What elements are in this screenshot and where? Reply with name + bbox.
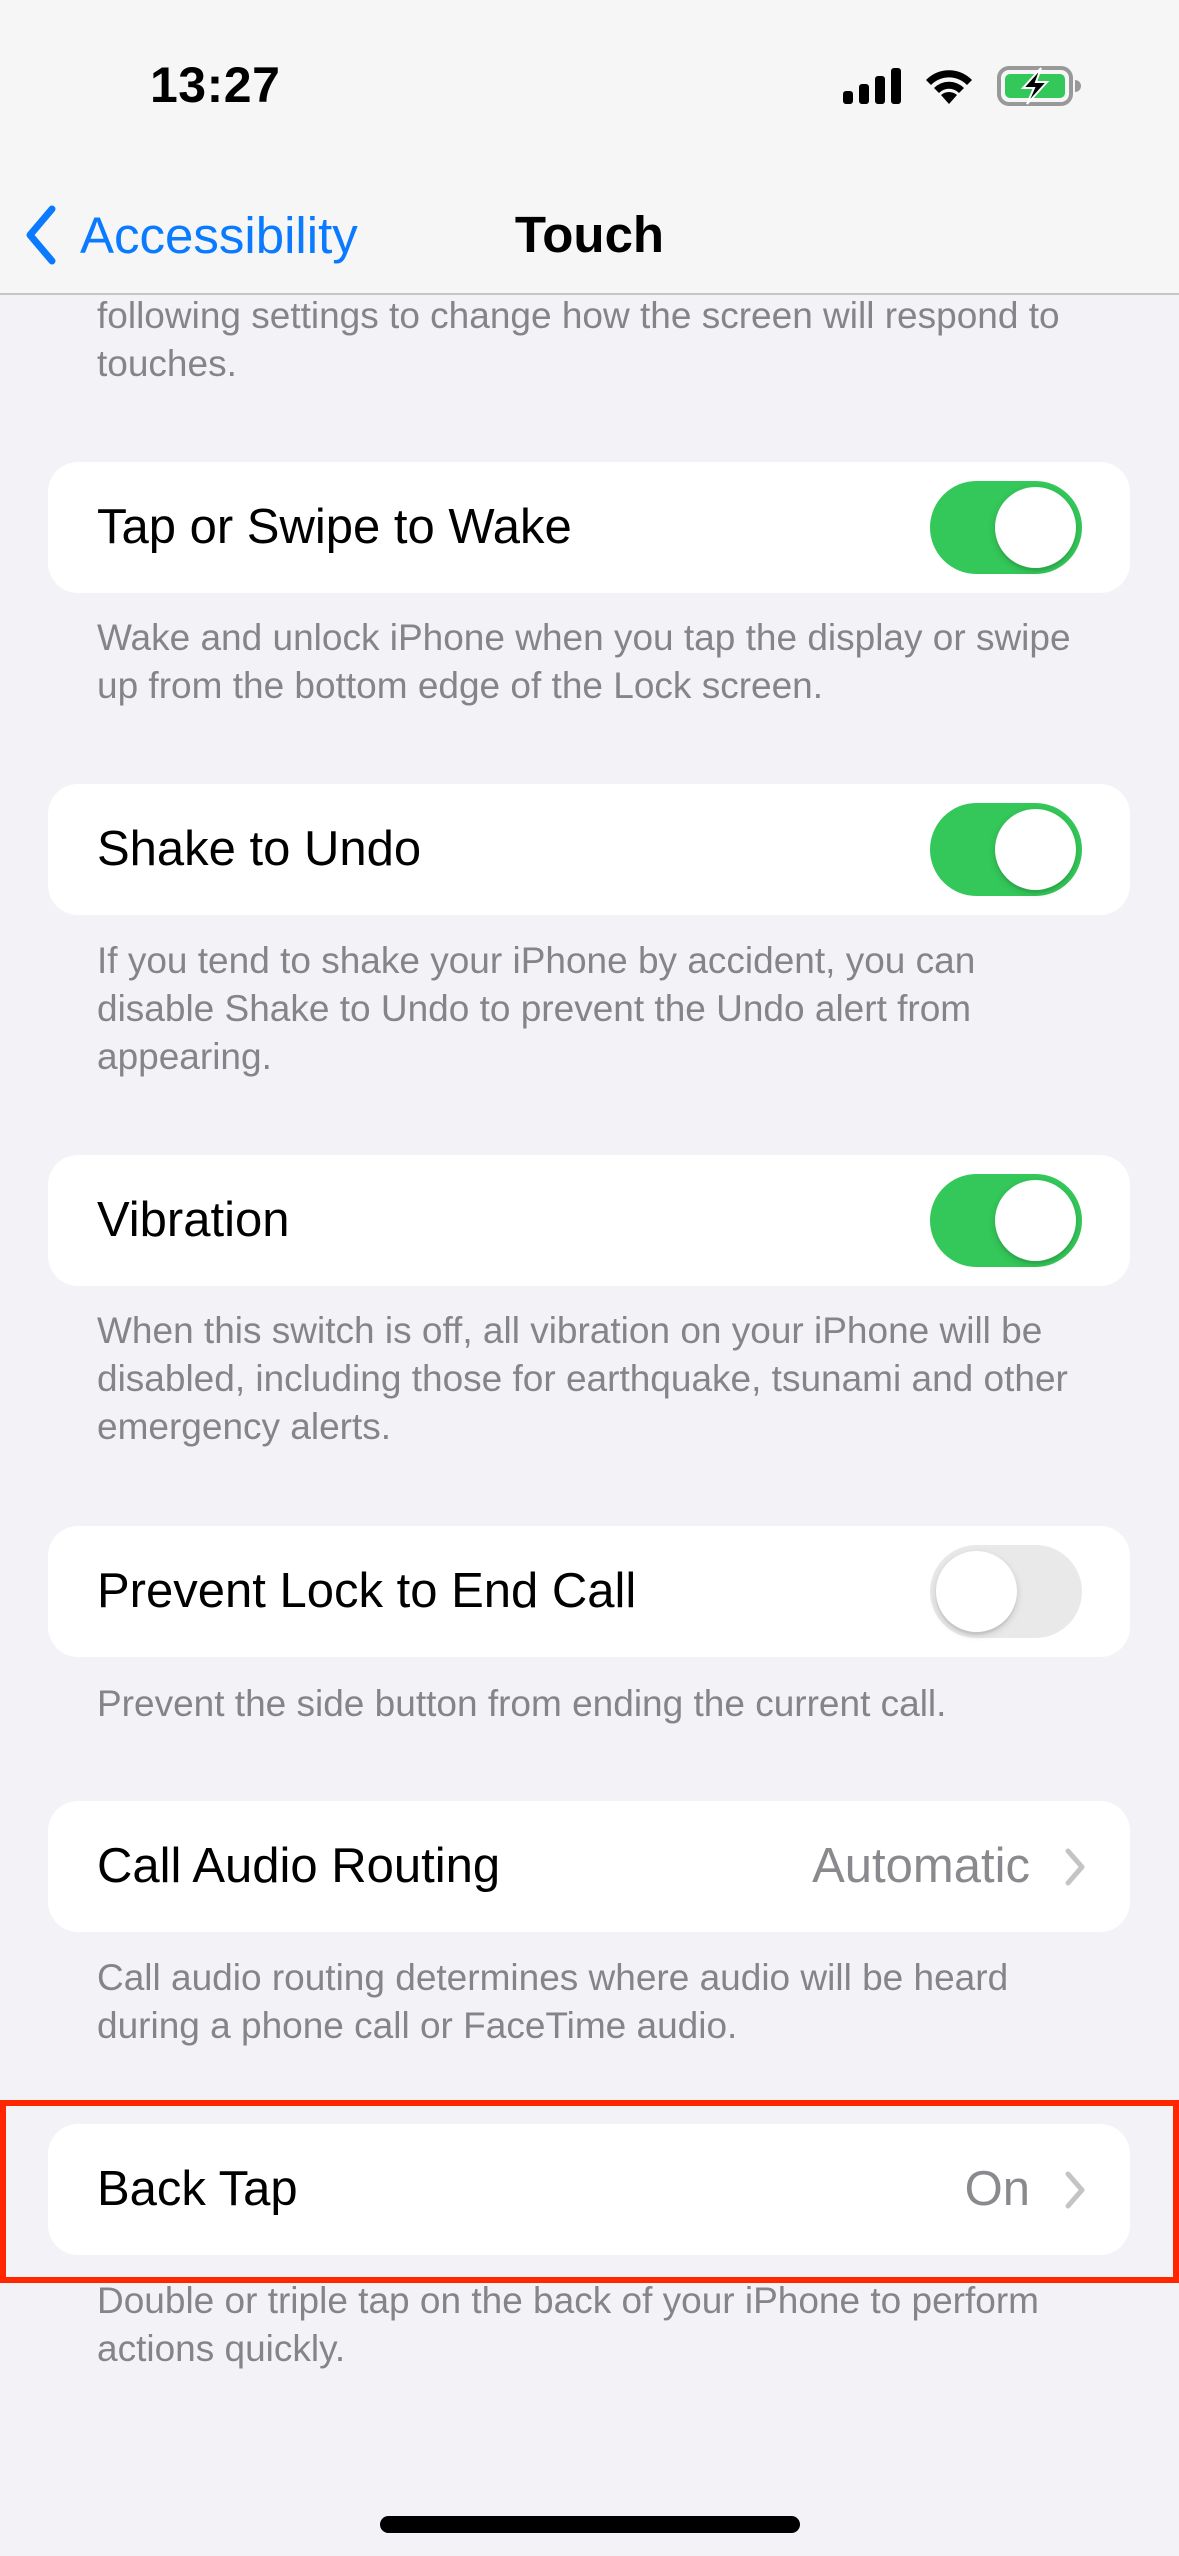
wifi-icon <box>926 70 972 104</box>
vibration-toggle[interactable] <box>930 1174 1082 1267</box>
setting-label: Tap or Swipe to Wake <box>97 500 572 554</box>
home-indicator[interactable] <box>380 2516 800 2533</box>
setting-label: Shake to Undo <box>97 822 422 876</box>
tap-or-swipe-to-wake-toggle[interactable] <box>930 481 1082 574</box>
status-time: 13:27 <box>150 57 281 113</box>
setting-description: Double or triple tap on the back of your… <box>97 2280 1039 2369</box>
shake-to-undo-toggle[interactable] <box>930 803 1082 896</box>
setting-label: Back Tap <box>97 2162 298 2216</box>
setting-row-vibration: Vibration <box>48 1155 1130 1286</box>
setting-row-tap-or-swipe-to-wake: Tap or Swipe to Wake <box>48 462 1130 593</box>
status-bar: 13:27 <box>0 0 1179 180</box>
setting-description: If you tend to shake your iPhone by acci… <box>97 940 976 1077</box>
status-icons <box>843 64 1081 108</box>
toggle-knob <box>995 1180 1076 1261</box>
setting-description: Call audio routing determines where audi… <box>97 1957 1009 2046</box>
setting-row-back-tap[interactable]: Back Tap On <box>48 2124 1130 2255</box>
setting-row-shake-to-undo: Shake to Undo <box>48 784 1130 915</box>
battery-charging-icon <box>997 66 1081 106</box>
setting-description: Wake and unlock iPhone when you tap the … <box>97 617 1071 706</box>
toggle-knob <box>936 1551 1017 1632</box>
setting-label: Prevent Lock to End Call <box>97 1564 637 1618</box>
setting-row-prevent-lock-to-end-call: Prevent Lock to End Call <box>48 1526 1130 1657</box>
chevron-right-icon <box>1065 1848 1085 1886</box>
toggle-knob <box>995 809 1076 890</box>
setting-label: Vibration <box>97 1193 290 1247</box>
page-title: Touch <box>514 206 665 263</box>
cellular-signal-icon <box>843 68 901 104</box>
setting-value: Automatic <box>812 1839 1030 1893</box>
setting-description: Prevent the side button from ending the … <box>97 1683 947 1724</box>
navigation-bar: Accessibility Touch <box>0 180 1179 295</box>
chevron-right-icon <box>1065 2171 1085 2209</box>
setting-value: On <box>964 2162 1030 2216</box>
prevent-lock-to-end-call-toggle[interactable] <box>930 1545 1082 1638</box>
setting-label: Call Audio Routing <box>97 1839 501 1893</box>
toggle-knob <box>995 487 1076 568</box>
intro-text: following settings to change how the scr… <box>97 295 1060 384</box>
setting-description: When this switch is off, all vibration o… <box>97 1310 1068 1447</box>
setting-row-call-audio-routing[interactable]: Call Audio Routing Automatic <box>48 1801 1130 1932</box>
